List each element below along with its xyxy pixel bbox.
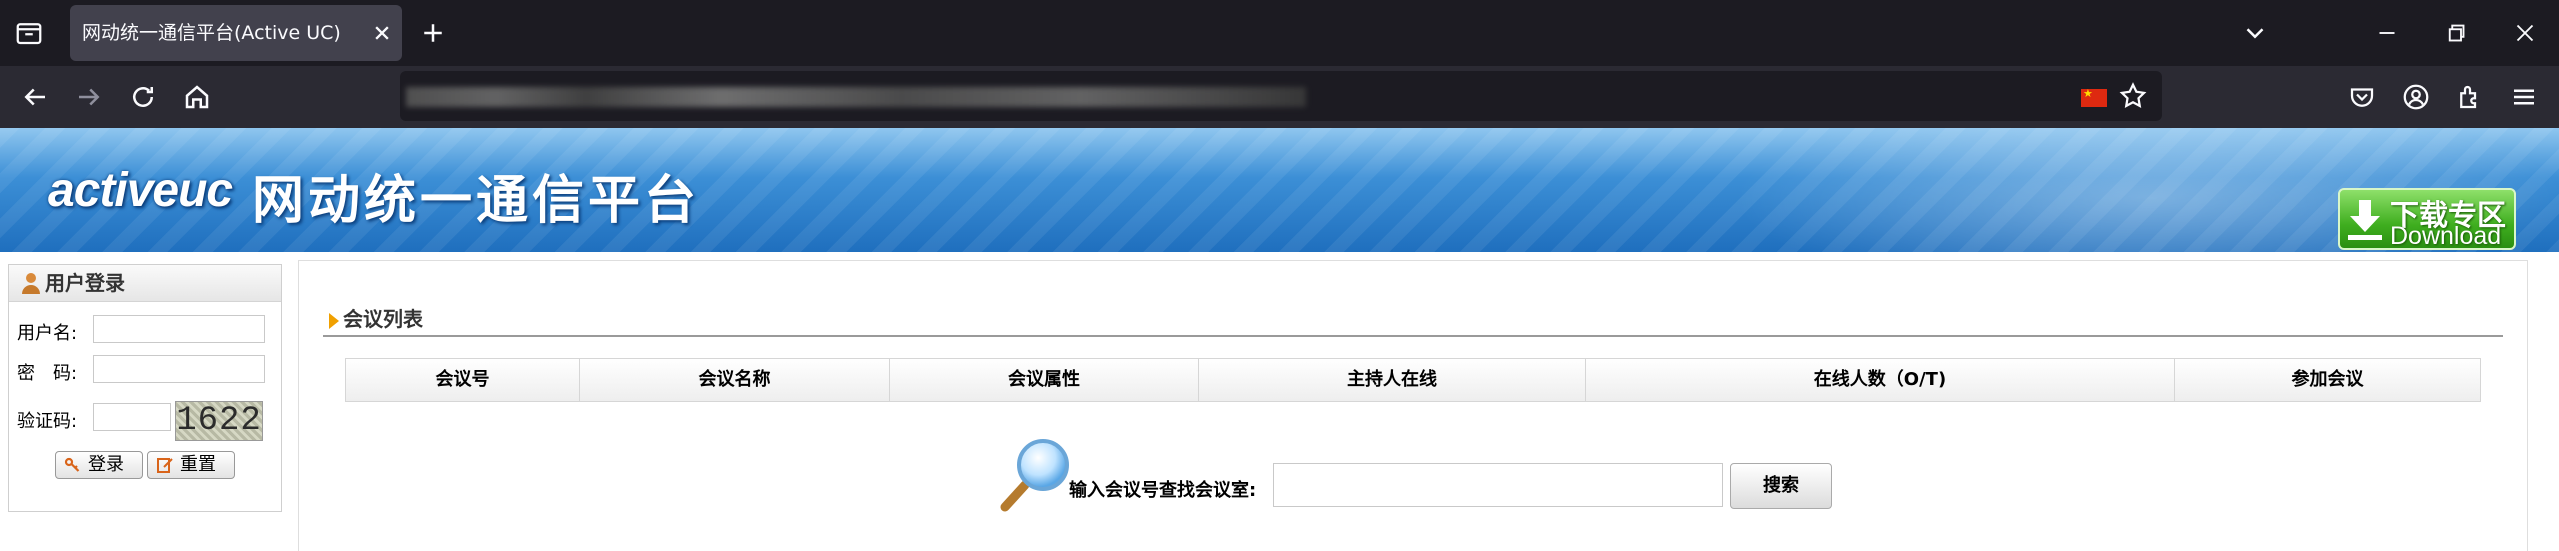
section-title: 会议列表 [343, 307, 423, 331]
section-arrow-icon [329, 313, 339, 329]
reload-icon[interactable] [128, 82, 158, 112]
reset-button-label: 重置 [180, 454, 216, 475]
search-button-label: 搜索 [1763, 475, 1799, 496]
china-flag-icon [2081, 87, 2107, 107]
browser-nav-bar [0, 66, 2559, 128]
close-tab-icon[interactable] [368, 19, 396, 47]
page-content: activeuc 网动统一通信平台 下载专区 Download 用户登录 用户名… [0, 128, 2559, 551]
login-panel-title: 用户登录 [45, 271, 125, 295]
column-header-online-count: 在线人数（O/T) [1586, 359, 2175, 401]
section-divider [323, 335, 2503, 337]
browser-tab-active[interactable]: 网动统一通信平台(Active UC) [70, 5, 402, 61]
account-icon[interactable] [2401, 82, 2431, 112]
column-header-meeting-attribute: 会议属性 [890, 359, 1199, 401]
download-area-button[interactable]: 下载专区 Download [2338, 188, 2516, 250]
url-bar[interactable] [400, 71, 2162, 121]
login-button[interactable]: 登录 [55, 451, 143, 479]
tab-title: 网动统一通信平台(Active UC) [82, 22, 341, 44]
download-arrow-icon [2346, 198, 2384, 242]
meeting-id-search-input[interactable] [1273, 463, 1723, 507]
meeting-table-header: 会议号 会议名称 会议属性 主持人在线 在线人数（O/T) 参加会议 [345, 358, 2481, 402]
tab-overview-icon[interactable] [14, 18, 44, 48]
password-label: 密 码: [17, 363, 78, 384]
reset-button[interactable]: 重置 [147, 451, 235, 479]
column-header-meeting-name: 会议名称 [580, 359, 890, 401]
tab-list-chevron-icon[interactable] [2240, 18, 2270, 48]
close-window-icon[interactable] [2510, 18, 2540, 48]
restore-icon[interactable] [2441, 18, 2471, 48]
captcha-label: 验证码: [17, 411, 78, 432]
pocket-icon[interactable] [2347, 82, 2377, 112]
captcha-image[interactable]: 1622 [175, 401, 263, 441]
extensions-icon[interactable] [2455, 82, 2485, 112]
password-input[interactable] [93, 355, 265, 383]
back-icon[interactable] [20, 82, 50, 112]
blurred-url [406, 87, 1306, 107]
minimize-icon[interactable] [2372, 18, 2402, 48]
edit-icon [156, 456, 174, 474]
key-icon [64, 456, 82, 474]
forward-icon[interactable] [74, 82, 104, 112]
column-header-join-meeting: 参加会议 [2291, 369, 2364, 390]
bookmark-star-icon[interactable] [2118, 81, 2148, 111]
browser-tab-bar: 网动统一通信平台(Active UC) [0, 0, 2559, 66]
column-header-host-online: 主持人在线 [1199, 359, 1586, 401]
home-icon[interactable] [182, 82, 212, 112]
search-label: 输入会议号查找会议室: [1069, 480, 1257, 501]
login-button-label: 登录 [88, 454, 124, 475]
username-label: 用户名: [17, 323, 78, 344]
banner-title: 网动统一通信平台 [252, 171, 701, 231]
header-banner: activeuc 网动统一通信平台 下载专区 Download [0, 128, 2559, 252]
new-tab-icon[interactable] [418, 18, 448, 48]
username-input[interactable] [93, 315, 265, 343]
column-header-meeting-id: 会议号 [346, 359, 580, 401]
captcha-input[interactable] [93, 403, 171, 431]
magnifier-icon [999, 437, 1073, 517]
user-icon [21, 272, 41, 294]
login-panel-header: 用户登录 [9, 265, 281, 302]
download-label-en: Download [2390, 222, 2502, 250]
menu-icon[interactable] [2509, 82, 2539, 112]
meeting-list-panel: 会议列表 会议号 会议名称 会议属性 主持人在线 在线人数（O/T) 参加会议 [298, 260, 2528, 551]
activeuc-logo: activeuc [48, 164, 233, 217]
search-button[interactable]: 搜索 [1730, 463, 1832, 509]
login-panel: 用户登录 用户名: 密 码: 验证码: 1622 登录 重置 [8, 264, 282, 512]
